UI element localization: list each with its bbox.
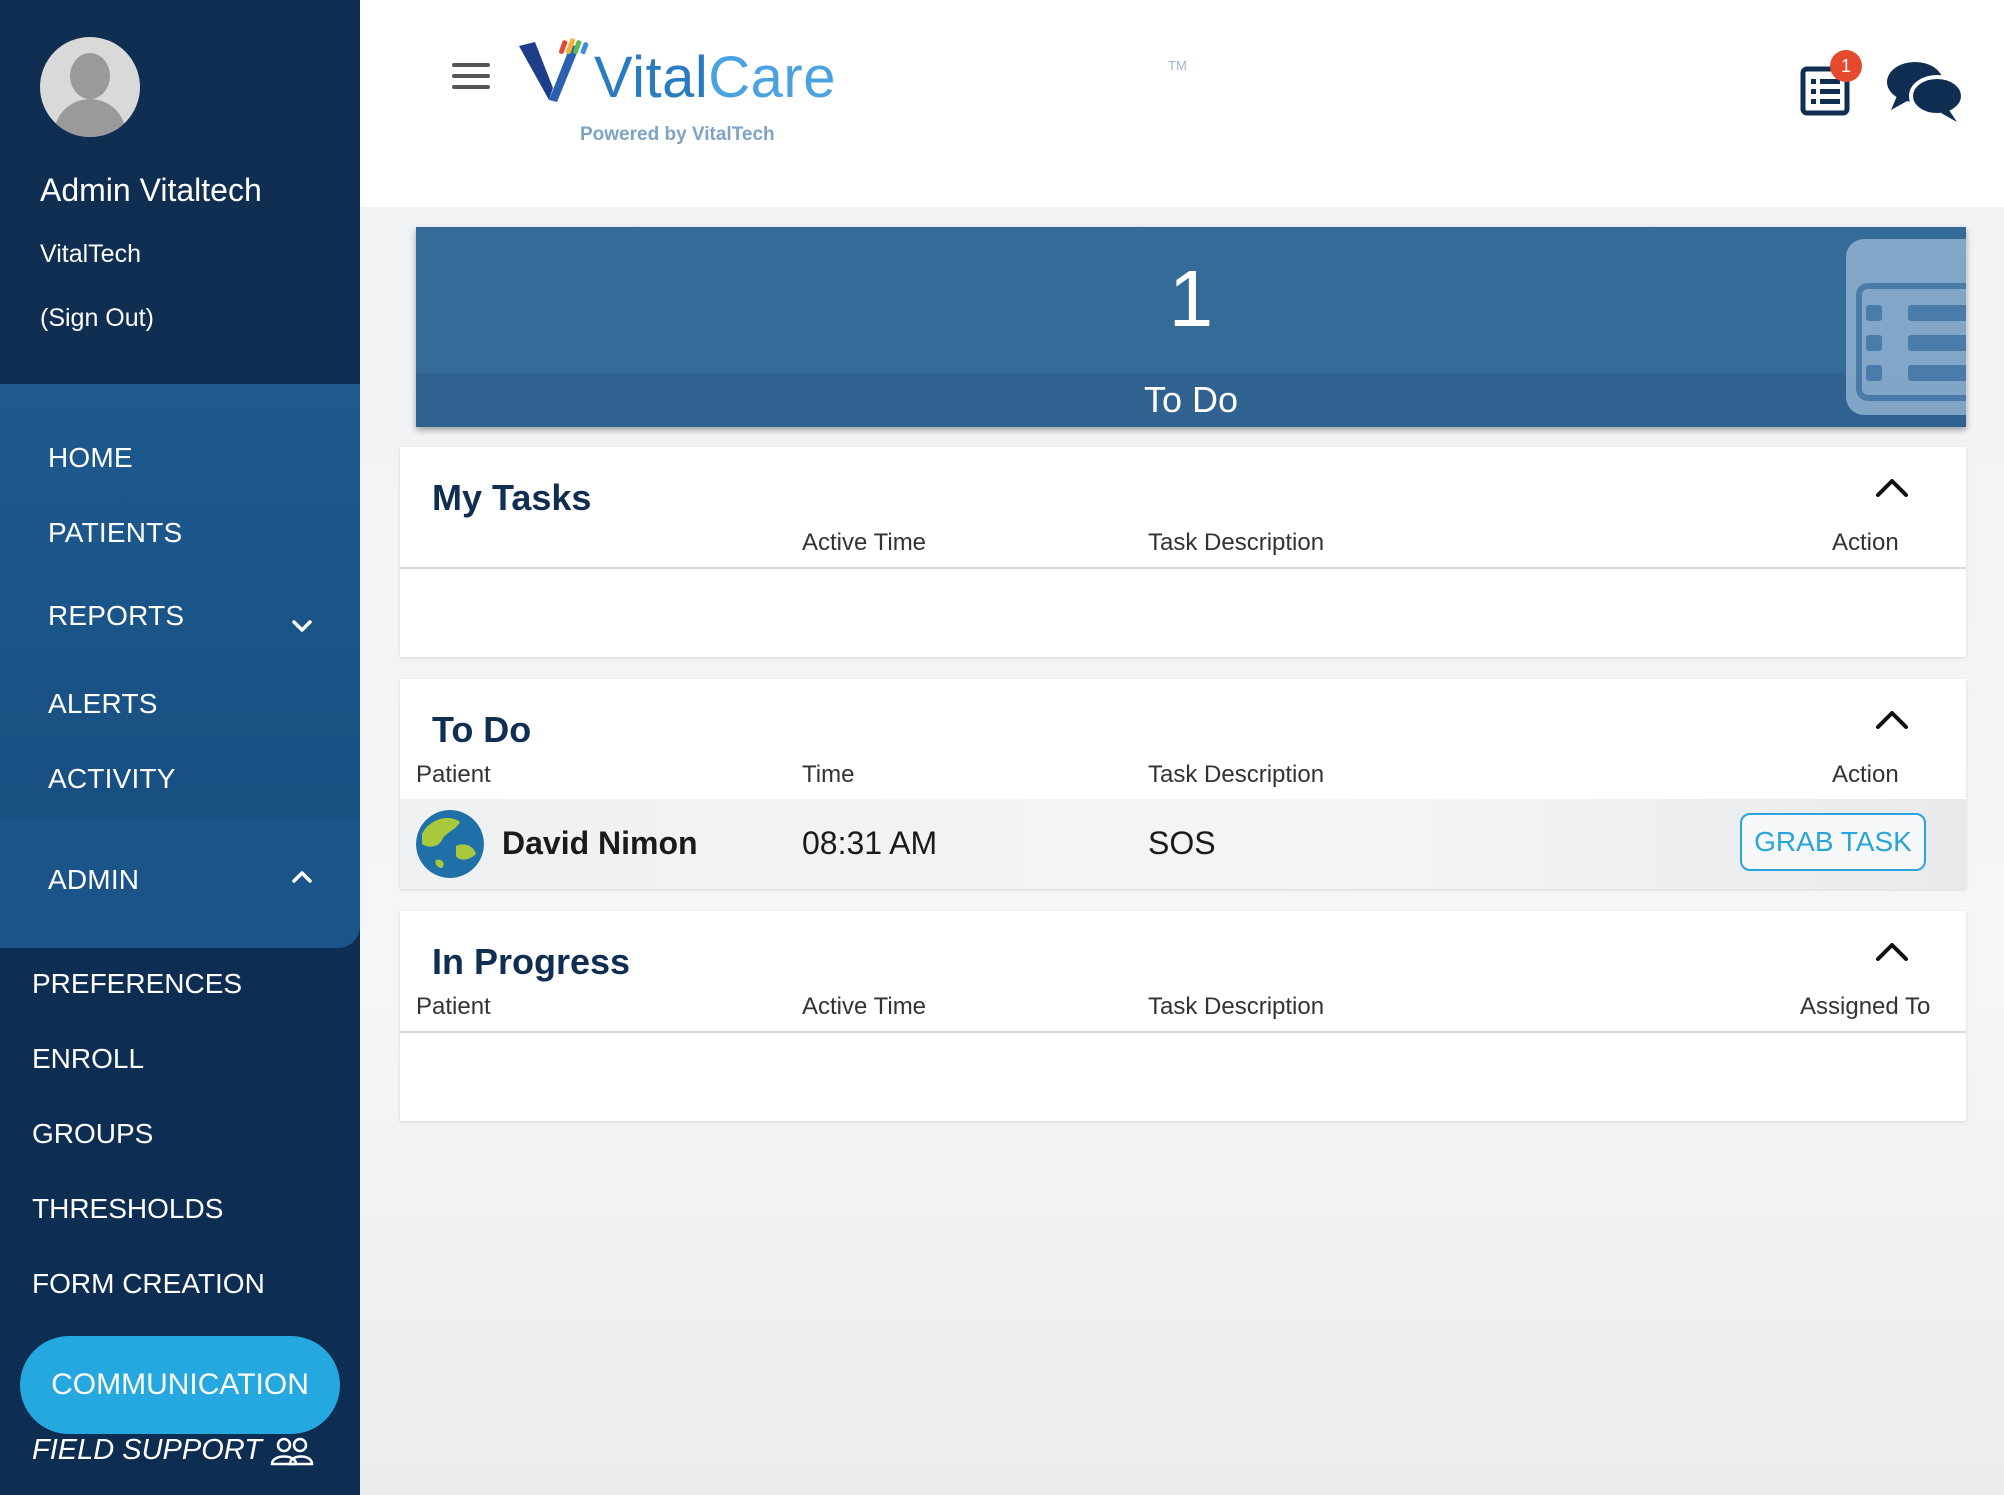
col-header-active-time: Active Time <box>802 529 927 556</box>
col-header-patient: Patient <box>416 993 491 1020</box>
hamburger-menu-icon[interactable] <box>452 63 490 89</box>
chevron-down-icon[interactable] <box>288 612 316 640</box>
profile-panel: Admin Vitaltech VitalTech (Sign Out) <box>0 0 360 384</box>
user-name: Admin Vitaltech <box>40 172 262 208</box>
powered-by-text: Powered by VitalTech <box>580 124 775 145</box>
nav-item-groups[interactable]: GROUPS <box>32 1118 153 1150</box>
main-nav: HOME PATIENTS REPORTS ALERTS ACTIVITY AD… <box>0 384 360 948</box>
logo-trademark: TM <box>1168 58 1187 73</box>
chat-icon[interactable] <box>1885 58 1965 124</box>
nav-item-alerts[interactable]: ALERTS <box>48 688 158 720</box>
sidebar: Admin Vitaltech VitalTech (Sign Out) HOM… <box>0 0 360 1495</box>
in-progress-panel: In Progress Patient Active Time Task Des… <box>400 911 1966 1121</box>
sign-out-link[interactable]: (Sign Out) <box>40 304 154 333</box>
task-description: SOS <box>1148 825 1216 861</box>
nav-item-thresholds[interactable]: THRESHOLDS <box>32 1193 223 1225</box>
todo-panel: To Do Patient Time Task Description Acti… <box>400 679 1966 889</box>
user-avatar-icon <box>40 37 140 137</box>
nav-item-patients[interactable]: PATIENTS <box>48 517 182 549</box>
logo-care: Care <box>708 45 836 110</box>
table-row[interactable]: David Nimon 08:31 AM SOS GRAB TASK <box>400 799 1966 889</box>
nav-item-admin-row[interactable]: ADMIN <box>0 819 360 948</box>
top-header: VitalCare TM Powered by VitalTech 1 <box>360 0 2004 207</box>
list-watermark-icon <box>1846 239 1966 415</box>
chevron-up-icon[interactable] <box>1872 937 1912 967</box>
nav-item-preferences[interactable]: PREFERENCES <box>32 968 242 1000</box>
col-header-action: Action <box>1832 529 1899 556</box>
summary-count: 1 <box>1168 254 1214 343</box>
logo-wordmark: VitalCare <box>594 44 836 111</box>
grab-task-button[interactable]: GRAB TASK <box>1740 813 1926 871</box>
nav-item-enroll[interactable]: ENROLL <box>32 1043 144 1075</box>
org-name: VitalTech <box>40 240 141 268</box>
summary-label: To Do <box>1143 379 1239 420</box>
col-header-task-description: Task Description <box>1148 993 1325 1020</box>
logo-vital: Vital <box>594 45 709 110</box>
col-header-active-time: Active Time <box>802 993 927 1020</box>
task-count-badge: 1 <box>1830 50 1862 82</box>
chevron-up-icon[interactable] <box>288 863 316 891</box>
todo-title: To Do <box>432 709 532 750</box>
field-support-label: FIELD SUPPORT <box>32 1434 262 1466</box>
col-header-assigned-to: Assigned To <box>1800 993 1931 1020</box>
nav-item-admin[interactable]: ADMIN <box>48 864 139 896</box>
people-icon <box>270 1437 314 1465</box>
col-header-patient: Patient <box>416 761 491 788</box>
nav-item-reports[interactable]: REPORTS <box>48 600 184 632</box>
col-header-task-description: Task Description <box>1148 529 1325 556</box>
nav-item-home[interactable]: HOME <box>48 442 133 474</box>
main-content: 1 To Do My Tasks Active Time Task Descri… <box>360 207 2004 1495</box>
col-header-task-description: Task Description <box>1148 761 1325 788</box>
todo-summary-tile[interactable]: 1 To Do <box>416 227 1966 427</box>
chevron-up-icon[interactable] <box>1872 705 1912 735</box>
patient-avatar <box>416 810 484 878</box>
chevron-up-icon[interactable] <box>1872 473 1912 503</box>
my-tasks-panel: My Tasks Active Time Task Description Ac… <box>400 447 1966 657</box>
nav-item-activity[interactable]: ACTIVITY <box>48 763 176 795</box>
my-tasks-title: My Tasks <box>432 477 592 518</box>
nav-item-communication[interactable]: COMMUNICATION <box>20 1336 340 1434</box>
nav-item-form-creation[interactable]: FORM CREATION <box>32 1268 265 1300</box>
col-header-time: Time <box>802 761 855 788</box>
nav-item-field-support[interactable]: FIELD SUPPORT <box>32 1434 314 1467</box>
col-header-action: Action <box>1832 761 1899 788</box>
task-time: 08:31 AM <box>802 825 938 861</box>
patient-name[interactable]: David Nimon <box>502 825 698 862</box>
in-progress-title: In Progress <box>432 941 631 982</box>
